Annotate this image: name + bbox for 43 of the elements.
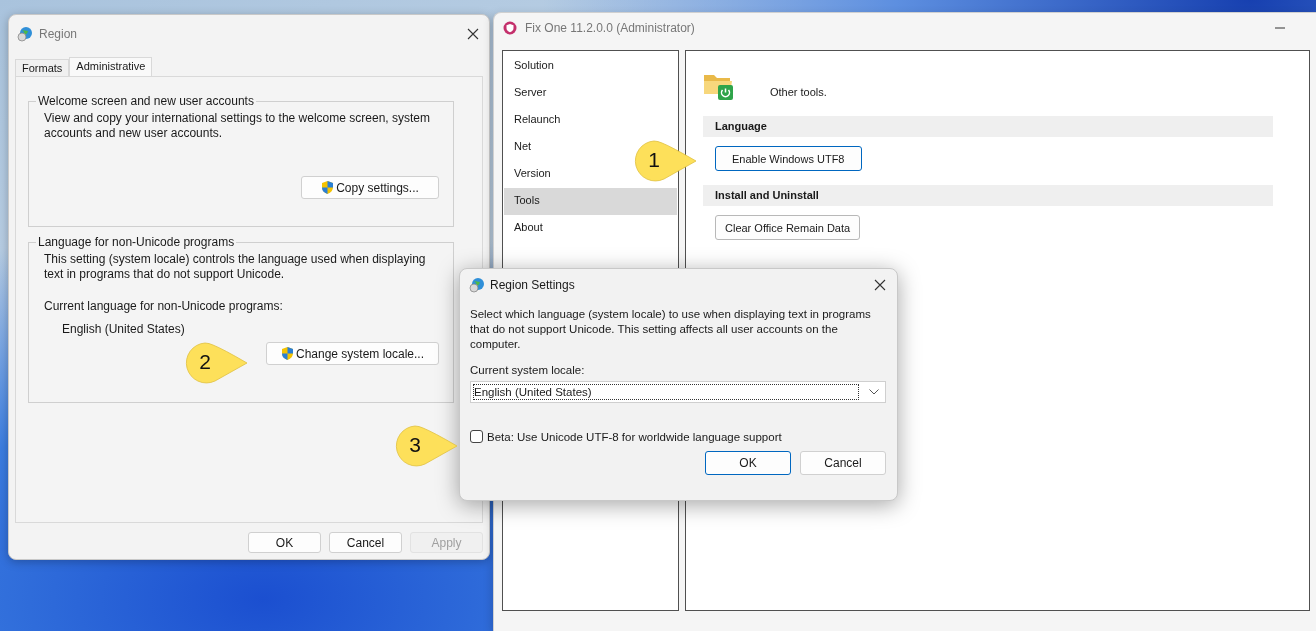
label-text: Current language for non-Unicode programs: [44,299,284,313]
callout-tooltip: 2 [183,341,249,385]
window-title: Region [39,27,78,41]
app-logo-icon [503,20,517,35]
description-text: Select which language (system locale) to use when displaying text in programs that do not support Unicode. This setting affects all user accounts on the computer. [470,307,872,352]
tool-button[interactable]: Enable Windows UTF8 [715,146,862,171]
section-header: Install and Uninstall [703,185,1273,206]
sidebar-item[interactable]: About [504,215,677,242]
group-title: Welcome screen and new user accounts [37,94,255,108]
callout-tooltip: 1 [632,139,698,183]
field-label: Current system locale: [470,364,586,376]
group-title: Language for non-Unicode programs [37,235,236,249]
tool-button[interactable]: Clear Office Remain Data [715,215,861,240]
dialog-title: Region Settings [490,278,575,292]
description-text: View and copy your international settings to the welcome screen, system accounts and new user accounts. [44,111,431,141]
sidebar-item[interactable]: Solution [504,53,677,80]
dialog-button[interactable]: OK [248,532,321,553]
dialog-button[interactable]: Cancel [329,532,402,553]
checkbox[interactable] [470,430,483,443]
description-text: This setting (system locale) controls the language used when displaying text in programs that do not support Unicode. [44,252,427,282]
shield-icon [280,346,294,361]
tab[interactable]: Formats [15,59,70,76]
sidebar-item[interactable]: Server [504,80,677,107]
action-button[interactable]: Copy settings... [301,176,439,199]
chevron-down-icon [869,389,879,395]
dialog-button[interactable]: OK [705,451,791,475]
locale-dropdown[interactable]: English (United States) [470,381,886,403]
action-button[interactable]: Change system locale... [266,342,439,365]
checkbox-label: Beta: Use Unicode UTF-8 for worldwide language support [487,430,782,443]
tab[interactable]: Administrative [69,57,153,76]
globe-icon [17,26,33,42]
section-header: Language [703,116,1273,137]
dialog-button[interactable]: Cancel [800,451,886,475]
globe-icon [469,277,485,293]
close-icon[interactable] [874,279,886,291]
sidebar-item[interactable]: Tools [504,188,677,215]
shield-icon [321,180,335,195]
heading-text: Other tools. [770,86,827,100]
close-icon[interactable] [467,28,479,40]
window-title: Fix One 11.2.0.0 (Administrator) [525,20,695,35]
value-text: English (United States) [62,322,186,336]
callout-tooltip: 3 [393,424,459,468]
sidebar-item[interactable]: Relaunch [504,107,677,134]
